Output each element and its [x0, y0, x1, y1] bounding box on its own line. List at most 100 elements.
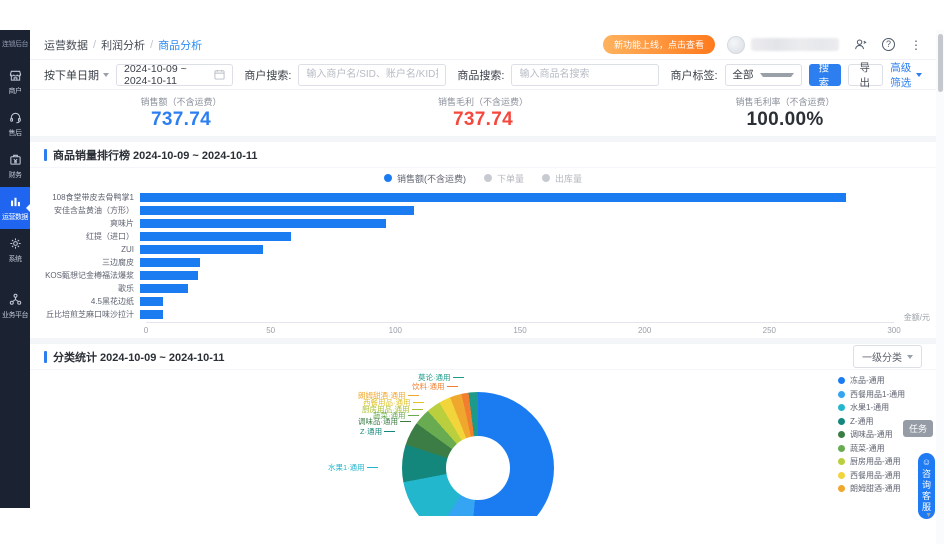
legend-dot [838, 431, 845, 438]
sidebar-item-operations-data[interactable]: 运营数据 [0, 187, 30, 229]
x-tick-label: 300 [887, 326, 900, 335]
page-scrollbar[interactable] [936, 30, 944, 544]
merchant-search-label: 商户搜索: [244, 67, 291, 83]
legend-dot [838, 418, 845, 425]
legend-dot [542, 174, 550, 182]
legend-label: 调味品-通用 [850, 429, 893, 440]
callout-text: Z·通用 [360, 426, 382, 437]
chevron-down-icon [760, 73, 794, 77]
app-logo: 连锁后台 [0, 30, 30, 49]
title-accent [44, 351, 47, 363]
bar-track [140, 245, 894, 254]
platform-icon [9, 293, 22, 308]
callout-leader-line [367, 467, 378, 468]
donut-legend-item[interactable]: 水果1-通用 [838, 401, 905, 415]
breadcrumb-item[interactable]: 运营数据 [44, 37, 88, 53]
bar-track [140, 232, 894, 241]
sidebar-item-finance[interactable]: 财务 [0, 145, 30, 187]
bar-track [140, 258, 894, 267]
donut-legend-item[interactable]: 蔬菜-通用 [838, 442, 905, 456]
user-switch-icon[interactable] [854, 38, 867, 51]
advanced-filter-label: 高级筛选 [890, 60, 912, 90]
bar-row: 歌乐 [30, 282, 936, 295]
donut-legend-item[interactable]: 调味品-通用 [838, 428, 905, 442]
bar-category-label: 4.5黑花边纸 [30, 296, 140, 307]
legend-item[interactable]: 销售额(不含运费) [384, 172, 466, 185]
x-tick-label: 150 [513, 326, 526, 335]
sidebar-item-after-sale[interactable]: 售后 [0, 103, 30, 145]
product-search-label: 商品搜索: [457, 67, 504, 83]
stat-label: 销售毛利率（不含运费） [634, 95, 936, 108]
bar-plot: 108食堂带皮去骨鸭掌1安佳含盐黄油（方形）爽味片红提（进口）ZUI三边腐皮KO… [30, 188, 936, 321]
legend-label: 蔬菜-通用 [850, 443, 885, 454]
breadcrumb-item[interactable]: 利润分析 [101, 37, 145, 53]
bar-category-label: 三边腐皮 [30, 257, 140, 268]
legend-item[interactable]: 下单量 [484, 172, 524, 185]
donut-legend-item[interactable]: 朗姆甜酒-通用 [838, 482, 905, 496]
sidebar-item-label: 系统 [9, 254, 22, 264]
legend-label: 冻品-通用 [850, 375, 885, 386]
export-button[interactable]: 导出 [848, 64, 883, 86]
legend-label: 西餐用品1-通用 [850, 389, 905, 400]
calendar-icon [214, 69, 225, 80]
search-button[interactable]: 搜索 [809, 64, 842, 86]
legend-dot [838, 404, 845, 411]
callout-leader-line [413, 402, 424, 403]
donut-legend-item[interactable]: 冻品-通用 [838, 374, 905, 388]
merchant-tag-select[interactable]: 全部 [725, 64, 802, 86]
category-stats-card: 分类统计 2024-10-09 ~ 2024-10-11 一级分类 莫论·通用饮… [30, 344, 936, 516]
user-name-redacted[interactable] [751, 38, 839, 51]
category-donut-chart [402, 392, 554, 516]
scroll-down-arrow[interactable]: ▼ [925, 512, 932, 519]
bar-fill [140, 219, 386, 228]
legend-dot [838, 377, 845, 384]
sidebar-item-label: 售后 [9, 128, 22, 138]
legend-dot [838, 445, 845, 452]
stat-gross-margin: 销售毛利率（不含运费） 100.00% [634, 95, 936, 136]
advanced-filter-toggle[interactable]: 高级筛选 [890, 60, 922, 90]
notice-badge[interactable]: 新功能上线，点击查看 [603, 35, 715, 54]
more-icon[interactable]: ⋮ [910, 39, 922, 51]
stat-gross-profit: 销售毛利（不含运费） 737.74 [332, 95, 634, 136]
bar-row: KOS甄想记金樽福法爆浆 [30, 269, 936, 282]
legend-label: 下单量 [497, 172, 524, 185]
donut-legend-item[interactable]: 西餐用品-通用 [838, 469, 905, 483]
bar-track [140, 206, 894, 215]
callout-leader-line [447, 386, 458, 387]
sidebar-item-system[interactable]: 系统 [0, 229, 30, 271]
sidebar-item-merchant[interactable]: 商户 [0, 61, 30, 103]
bar-fill [140, 193, 846, 202]
donut-legend-item[interactable]: Z-通用 [838, 415, 905, 429]
donut-legend-item[interactable]: 西餐用品1-通用 [838, 388, 905, 402]
customer-service-button[interactable]: ☺ 咨询客服 [918, 453, 935, 519]
bar-track [140, 219, 894, 228]
product-search-input[interactable] [511, 64, 659, 86]
legend-dot [484, 174, 492, 182]
callout-leader-line [453, 377, 464, 378]
date-type-select[interactable]: 按下单日期 [44, 67, 109, 83]
bar-fill [140, 271, 198, 280]
sidebar-item-label: 运营数据 [2, 212, 28, 222]
bar-row: 4.5黑花边纸 [30, 295, 936, 308]
donut-callout-label: Z·通用 [360, 426, 395, 437]
avatar[interactable] [727, 36, 745, 54]
x-axis-name: 金额/元 [904, 312, 930, 323]
storefront-icon [9, 69, 22, 84]
legend-item[interactable]: 出库量 [542, 172, 582, 185]
bar-category-label: 歌乐 [30, 283, 140, 294]
sidebar-nav: 商户售后财务运营数据系统业务平台 [0, 61, 30, 327]
product-ranking-card: 商品销量排行榜 2024-10-09 ~ 2024-10-11 销售额(不含运费… [30, 142, 936, 338]
header-right: 新功能上线，点击查看 ? ⋮ [603, 35, 922, 54]
category-level-select[interactable]: 一级分类 [853, 345, 922, 368]
legend-dot [838, 458, 845, 465]
donut-legend-item[interactable]: 厨房用品-通用 [838, 455, 905, 469]
merchant-search-input[interactable] [298, 64, 446, 86]
sidebar-item-business-platform[interactable]: 业务平台 [0, 285, 30, 327]
help-icon[interactable]: ? [882, 38, 895, 51]
scrollbar-thumb[interactable] [938, 34, 943, 92]
card-title-row: 商品销量排行榜 2024-10-09 ~ 2024-10-11 [30, 142, 936, 168]
app-screen: 连锁后台 商户售后财务运营数据系统业务平台 运营数据/利润分析/商品分析 新功能… [0, 0, 944, 544]
donut-legend: 冻品-通用西餐用品1-通用水果1-通用Z-通用调味品-通用蔬菜-通用厨房用品-通… [838, 374, 905, 496]
date-range-picker[interactable]: 2024-10-09 ~ 2024-10-11 [116, 64, 233, 86]
task-floating-button[interactable]: 任务 [903, 420, 933, 437]
